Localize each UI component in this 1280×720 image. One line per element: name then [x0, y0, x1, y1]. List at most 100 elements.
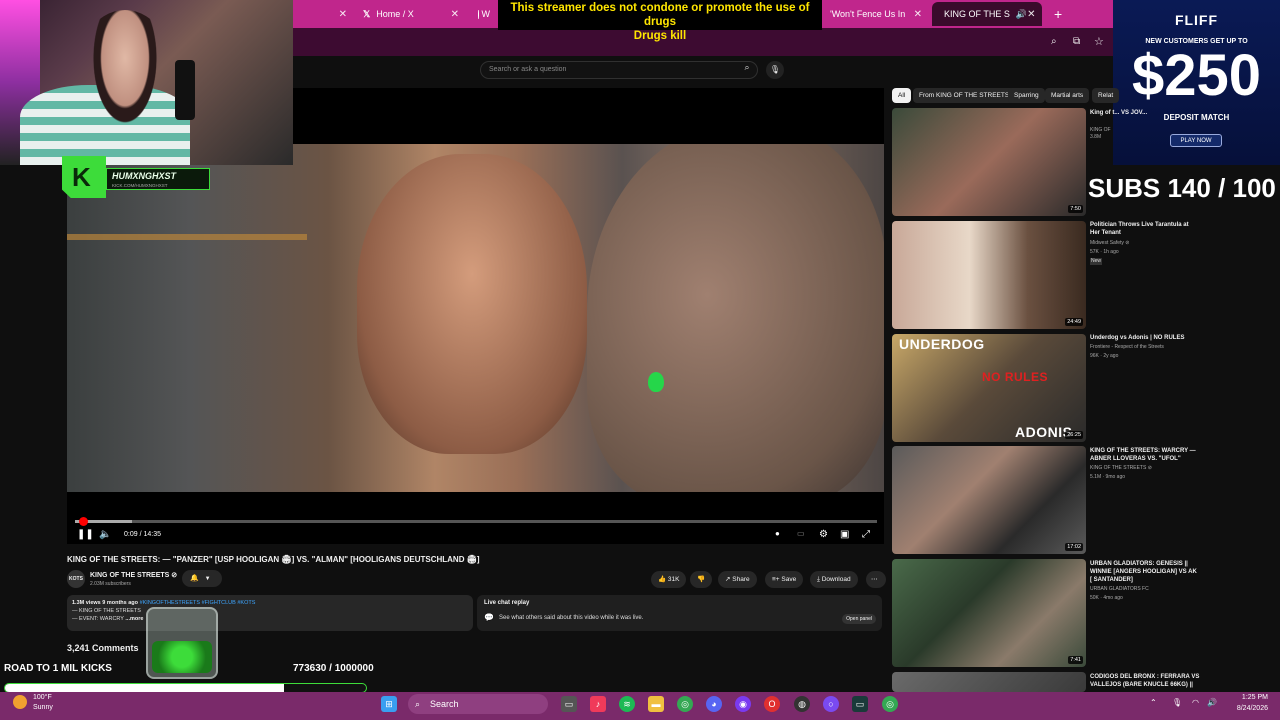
obs-icon[interactable]: ◍	[794, 696, 810, 712]
rec-thumbnail[interactable]: 24:49	[892, 221, 1086, 329]
music-app-icon[interactable]: ♪	[590, 696, 606, 712]
discord-icon[interactable]: ◕	[706, 696, 722, 712]
clock-date[interactable]: 8/24/2026	[1220, 705, 1268, 712]
subs-goal: SUBS 140 / 100	[1088, 173, 1276, 203]
rec-thumbnail[interactable]: UNDERDOG NO RULES ADONIS 26:25	[892, 334, 1086, 442]
windows-start-icon[interactable]: ⊞	[381, 696, 397, 712]
taskbar-search[interactable]: ⌕ Search	[408, 694, 548, 714]
channel-name[interactable]: KING OF THE STREETS ⊘	[90, 571, 177, 579]
weather-temp[interactable]: 100°F	[33, 694, 52, 701]
rec-meta: 96K · 2y ago	[1090, 353, 1119, 359]
wifi-icon[interactable]: ◠	[1192, 698, 1199, 707]
show-more-link[interactable]: ...more	[125, 616, 143, 622]
kick-jar-widget	[146, 607, 218, 679]
thumb-text: NO RULES	[982, 370, 1049, 384]
subtitles-icon[interactable]: ▭	[797, 529, 805, 538]
opera-icon[interactable]: O	[764, 696, 780, 712]
spotify-icon[interactable]: ≋	[619, 696, 635, 712]
rec-meta: 3.8M	[1090, 134, 1102, 140]
video-duration: 26:25	[1065, 431, 1083, 439]
video-duration: 24:49	[1065, 318, 1083, 326]
rec-channel: URBAN GLADIATORS FC	[1090, 586, 1149, 592]
chip-sparring[interactable]: Sparring	[1008, 88, 1045, 103]
clock-time[interactable]: 1:25 PM	[1220, 694, 1268, 701]
weather-condition[interactable]: Sunny	[33, 704, 53, 711]
scrubber-handle[interactable]	[79, 517, 89, 526]
autoplay-toggle-icon[interactable]: ●	[775, 529, 780, 538]
rec-thumbnail[interactable]	[892, 672, 1086, 692]
dislike-button[interactable]: 👎	[690, 571, 712, 588]
close-tab-icon[interactable]: ✕	[914, 9, 922, 20]
new-tab-button[interactable]: +	[1046, 2, 1066, 26]
browser-tab[interactable]: W	[470, 2, 498, 26]
task-view-icon[interactable]: ▭	[561, 696, 577, 712]
comments-count: 3,241 Comments	[67, 643, 139, 653]
app-icon[interactable]: ○	[823, 696, 839, 712]
theater-mode-icon[interactable]: ▣	[840, 529, 849, 540]
close-tab-icon[interactable]: ✕	[1027, 9, 1035, 20]
rec-meta: 5.1M · 9mo ago	[1090, 474, 1126, 480]
browser-tab[interactable]: 'Won't Fence Us In ✕	[822, 2, 930, 26]
live-chat-desc: See what others said about this video wh…	[499, 615, 644, 621]
zoom-icon[interactable]: ⌕	[1051, 36, 1057, 47]
file-explorer-icon[interactable]: ▬	[648, 696, 664, 712]
settings-gear-icon[interactable]: ⚙	[819, 529, 828, 540]
fullscreen-icon[interactable]: ⤢	[862, 529, 870, 540]
streamer-url: KICK.COM/HUMXNGHXST	[112, 183, 168, 188]
hashtags[interactable]: #KINGOFTHESTREETS #FIGHTCLUB #KOTS	[140, 600, 256, 606]
tray-chevron-icon[interactable]: ⌃	[1150, 698, 1157, 707]
more-actions-button[interactable]: ⋯	[866, 571, 886, 588]
save-icon: ≡+	[772, 576, 782, 583]
browser-tab-active[interactable]: KING OF THE S 🔊 ✕	[932, 2, 1042, 26]
share-button[interactable]: ↗ Share	[718, 571, 757, 588]
rec-title[interactable]: Underdog vs Adonis | NO RULES	[1090, 334, 1200, 342]
video-title: KING OF THE STREETS: — "PANZER" [USP HOO…	[67, 555, 480, 564]
speaker-icon[interactable]: 🔊	[1207, 698, 1217, 707]
video-fighter-right	[587, 144, 884, 492]
microphone-icon[interactable]: 🎙	[1172, 698, 1182, 707]
ad-brand: FLIFF	[1174, 12, 1219, 28]
microphone-icon[interactable]: 🎙	[766, 61, 784, 79]
rec-thumbnail[interactable]: 7:50	[892, 108, 1086, 216]
kicks-goal-fill	[5, 684, 285, 692]
volume-icon[interactable]: 🔈	[99, 529, 111, 540]
close-tab-icon[interactable]: ✕	[451, 9, 459, 20]
chrome-active-icon[interactable]: ◎	[882, 696, 898, 712]
video-fence	[67, 234, 307, 384]
download-button[interactable]: ⤓ Download	[810, 571, 858, 588]
download-label: Download	[821, 576, 851, 583]
close-tab-icon[interactable]: ✕	[339, 9, 347, 20]
save-button[interactable]: ≡+ Save	[765, 571, 804, 588]
rec-thumbnail[interactable]: 17:02	[892, 446, 1086, 554]
speaker-icon[interactable]: 🔊	[1016, 9, 1027, 20]
channel-avatar[interactable]: KOTS	[67, 570, 85, 588]
chrome-icon[interactable]: ◎	[677, 696, 693, 712]
search-icon[interactable]: ⌕	[738, 62, 756, 78]
rec-meta: 57K · 1h ago	[1090, 249, 1119, 255]
rec-title[interactable]: KING OF THE STREETS: WARCRY — ABNER LLOV…	[1090, 447, 1200, 463]
chip-all[interactable]: All	[892, 88, 912, 103]
like-button[interactable]: 👍 31K	[651, 571, 687, 588]
chip-martial-arts[interactable]: Martial arts	[1045, 88, 1090, 103]
sun-icon[interactable]	[13, 695, 27, 709]
app-icon[interactable]: ◉	[735, 696, 751, 712]
browser-tab[interactable]: ✕	[293, 2, 355, 26]
browser-tab-x[interactable]: 𝕏 Home / X ✕	[355, 2, 467, 26]
description-box[interactable]: 1.3M views 9 months ago #KINGOFTHESTREET…	[67, 595, 473, 631]
open-panel-button[interactable]: Open panel	[842, 614, 876, 624]
video-progress-bar[interactable]	[75, 517, 877, 526]
chip-channel[interactable]: From KING OF THE STREETS	[913, 88, 1016, 103]
live-chat-replay-panel: Live chat replay 💬 See what others said …	[477, 595, 882, 631]
notification-bell-button[interactable]: 🔔 ▼	[182, 570, 222, 587]
chip-related[interactable]: Relat	[1092, 88, 1120, 103]
install-icon[interactable]: ⧉	[1073, 36, 1080, 47]
bookmark-star-icon[interactable]: ☆	[1094, 35, 1104, 48]
terminal-icon[interactable]: ▭	[852, 696, 868, 712]
rec-title[interactable]: Politician Throws Live Tarantula at Her …	[1090, 221, 1200, 237]
rec-title[interactable]: URBAN GLADIATORS: GENESIS || WINNIE [ANG…	[1090, 560, 1200, 584]
rec-thumbnail[interactable]: 7:41	[892, 559, 1086, 667]
pause-icon[interactable]: ❚❚	[77, 529, 94, 540]
rec-title[interactable]: King of t... VS JOV...	[1090, 109, 1200, 117]
rec-title[interactable]: CODIGOS DEL BRONX : FERRARA VS VALLEJOS …	[1090, 673, 1200, 689]
search-input[interactable]: Search or ask a question	[480, 61, 758, 79]
